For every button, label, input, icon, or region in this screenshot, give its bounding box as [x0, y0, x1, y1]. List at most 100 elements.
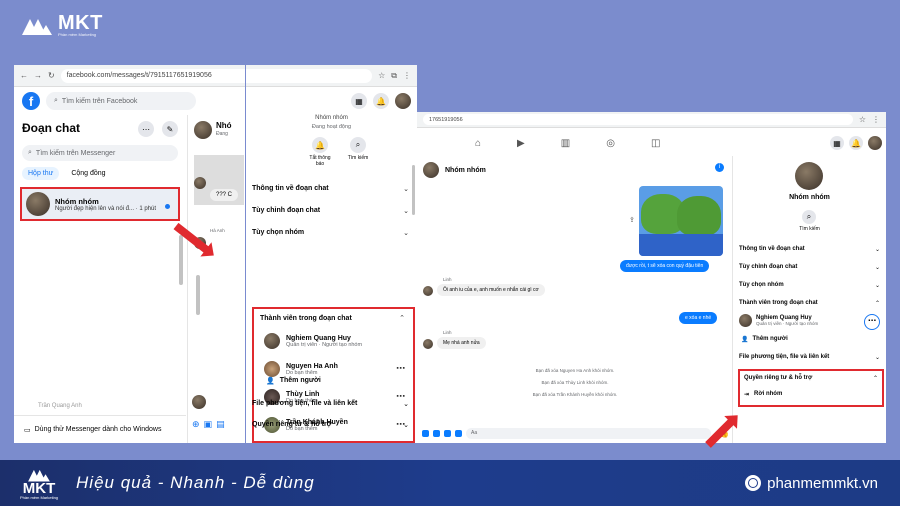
messenger-search-input[interactable]: ⌕ Tìm kiếm trên Messenger	[22, 145, 178, 161]
frog-shirts	[639, 234, 723, 256]
chevron-down-icon[interactable]: ⌄	[875, 354, 880, 361]
chat-avatar	[194, 121, 212, 139]
share-icon[interactable]: ⇪	[629, 216, 635, 224]
profile-avatar[interactable]	[395, 93, 411, 109]
info-scrollbar[interactable]	[412, 165, 415, 215]
search-in-chat-button[interactable]: ⌕ Tìm kiếm	[344, 137, 372, 161]
sender-avatar	[423, 339, 433, 349]
section-members[interactable]: Thành viên trong đoạn chat	[739, 300, 818, 306]
tab-community[interactable]: Cộng đồng	[67, 167, 109, 180]
notification-bell-icon[interactable]: 🔔	[849, 136, 863, 150]
back-icon[interactable]: ←	[20, 71, 28, 80]
mute-button[interactable]: 🔔 Tắt thông báo	[308, 137, 332, 167]
menu-icon[interactable]: ⋮	[872, 115, 880, 124]
menu-icon[interactable]: ⋮	[403, 71, 411, 80]
chat-scrollbar[interactable]	[196, 275, 200, 315]
chevron-down-icon[interactable]: ⌄	[875, 246, 880, 253]
image-icon[interactable]: ▣	[204, 419, 213, 430]
sticker-icon[interactable]: ▤	[216, 419, 225, 430]
brand-logo: MKT Phần mềm Marketing	[20, 12, 103, 37]
footer-website[interactable]: phanmemmkt.vn	[745, 475, 878, 492]
member-item[interactable]: Nguyen Ha Anh Do bạn thêm	[264, 361, 338, 377]
facebook-logo-icon[interactable]: f	[22, 92, 40, 110]
section-customize-chat[interactable]: Tùy chỉnh đoạn chat	[739, 264, 797, 270]
info-icon[interactable]: i	[715, 163, 724, 172]
bell-icon: 🔔	[312, 137, 328, 153]
leave-group-button[interactable]: ⇥ Rời nhóm	[744, 391, 782, 398]
add-icon[interactable]	[422, 430, 429, 437]
member-options-icon[interactable]: ⋯	[396, 363, 405, 374]
leave-icon: ⇥	[744, 392, 750, 398]
frog-right	[677, 196, 721, 236]
sidebar-scrollbar[interactable]	[179, 235, 183, 285]
search-icon[interactable]: ⌕	[802, 210, 816, 224]
group-avatar	[26, 192, 50, 216]
conversation-item-highlighted[interactable]: Nhóm nhóm Người đẹp hiện lên và nói đ...…	[20, 187, 180, 221]
chat-pane: Nhóm nhóm i ⇪ được rồi, t sẽ xóa con quỷ…	[417, 156, 733, 443]
member-item[interactable]: Nghiem Quang Huy Quản trị viên · Người tạ…	[264, 333, 362, 349]
more-options-icon[interactable]: ⋯	[138, 121, 154, 137]
add-people-button[interactable]: 👤 Thêm người	[741, 336, 788, 343]
section-privacy[interactable]: Quyền riêng tư & hỗ trợ	[744, 375, 812, 381]
footer-slogan: Hiệu quả - Nhanh - Dễ dùng	[76, 473, 315, 492]
address-bar[interactable]: 17651919056	[423, 114, 853, 125]
gif-icon[interactable]	[455, 430, 462, 437]
chevron-up-icon[interactable]: ⌃	[875, 300, 880, 307]
member-options-icon[interactable]: ⋯	[864, 314, 880, 330]
profile-avatar[interactable]	[868, 136, 882, 150]
chat-sidebar: Đoạn chat ⋯ ✎ ⌕ Tìm kiếm trên Messenger …	[14, 115, 186, 443]
extension-icon[interactable]: ⧉	[391, 71, 397, 81]
add-people-label: Thêm người	[752, 336, 788, 342]
gaming-icon[interactable]: ◫	[651, 138, 660, 149]
section-group-options[interactable]: Tùy chọn nhóm	[252, 229, 304, 236]
hidden-contact[interactable]: Trần Quang Anh	[38, 403, 82, 409]
tab-inbox[interactable]: Hộp thư	[22, 167, 60, 180]
chevron-down-icon[interactable]: ⌄	[403, 185, 409, 193]
chevron-up-icon[interactable]: ⌃	[873, 375, 878, 382]
reload-icon[interactable]: ↻	[48, 71, 55, 80]
section-chat-info[interactable]: Thông tin về đoạn chat	[739, 246, 805, 252]
section-group-options[interactable]: Tùy chọn nhóm	[739, 282, 784, 288]
chat-header: Nhóm nhóm	[423, 162, 486, 178]
chevron-down-icon[interactable]: ⌄	[403, 400, 409, 408]
browser-toolbar: 17651919056 ☆ ⋮	[417, 112, 886, 128]
sticker-icon[interactable]	[444, 430, 451, 437]
member-item[interactable]: Nghiem Quang Huy Quản trị viên · Người t…	[739, 314, 818, 327]
message-input[interactable]: Aa	[466, 428, 712, 439]
members-section-title[interactable]: Thành viên trong đoạn chat	[260, 315, 352, 322]
add-person-icon: 👤	[741, 337, 749, 343]
image-icon[interactable]	[433, 430, 440, 437]
windows-app-promo[interactable]: ▭ Dùng thử Messenger dành cho Windows	[14, 415, 186, 443]
section-media-files[interactable]: File phương tiện, file và liên kết	[739, 354, 829, 360]
member-name: Nghiem Quang Huy	[286, 334, 351, 342]
groups-icon[interactable]: ◎	[606, 138, 615, 149]
section-media-files[interactable]: File phương tiện, file và liên kết	[252, 400, 357, 407]
forward-icon[interactable]: →	[34, 71, 42, 80]
chevron-down-icon[interactable]: ⌄	[875, 264, 880, 271]
chevron-down-icon[interactable]: ⌄	[403, 421, 409, 429]
notification-bell-icon[interactable]: 🔔	[373, 93, 389, 109]
url-text: facebook.com/messages/t/7915117651919056	[66, 72, 212, 79]
address-bar[interactable]: facebook.com/messages/t/7915117651919056	[60, 68, 373, 83]
add-icon[interactable]: ⊕	[192, 419, 200, 430]
brand-name: MKT	[58, 12, 103, 34]
chevron-down-icon[interactable]: ⌄	[875, 282, 880, 289]
marketplace-icon[interactable]: ▥	[561, 138, 570, 149]
star-icon[interactable]: ☆	[378, 71, 385, 80]
sender-label: Linh	[443, 330, 452, 335]
facebook-search-input[interactable]: ⌕ Tìm kiếm trên Facebook	[46, 92, 196, 110]
video-icon[interactable]: ▶	[517, 138, 525, 149]
section-customize-chat[interactable]: Tùy chỉnh đoạn chat	[252, 207, 320, 214]
add-people-button[interactable]: 👤 Thêm người	[266, 377, 321, 385]
frog-sticker-image[interactable]	[639, 186, 723, 256]
apps-icon[interactable]: ▦	[351, 93, 367, 109]
home-icon[interactable]: ⌂	[475, 138, 481, 149]
chevron-down-icon[interactable]: ⌄	[403, 229, 409, 237]
new-message-icon[interactable]: ✎	[162, 121, 178, 137]
section-privacy[interactable]: Quyền riêng tư & hỗ trợ	[252, 421, 332, 428]
section-chat-info[interactable]: Thông tin về đoạn chat	[252, 185, 329, 192]
chevron-down-icon[interactable]: ⌄	[403, 207, 409, 215]
apps-icon[interactable]: ▦	[830, 136, 844, 150]
chevron-up-icon[interactable]: ⌃	[399, 314, 405, 322]
star-icon[interactable]: ☆	[859, 115, 866, 124]
